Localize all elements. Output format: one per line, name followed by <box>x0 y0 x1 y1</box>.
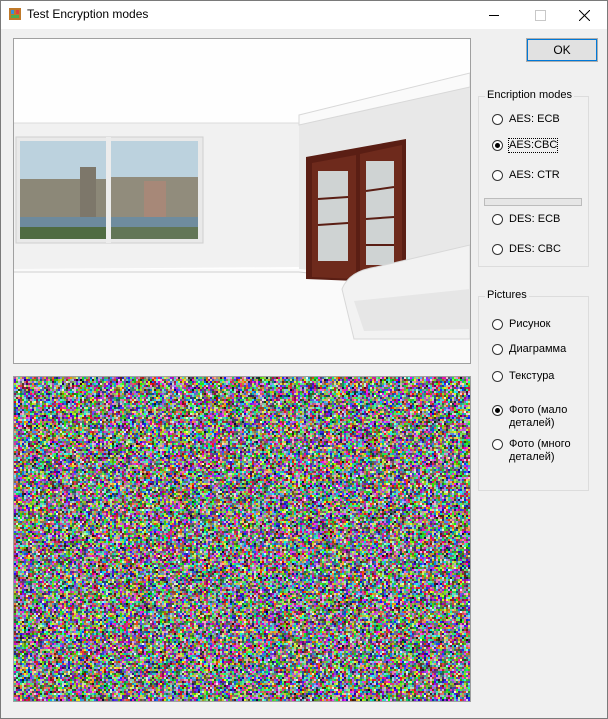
app-window: Test Encryption modes OK Encription mode… <box>0 0 608 719</box>
picture-label: Фото (мало деталей) <box>509 404 568 429</box>
radio-checked-icon[interactable] <box>492 405 503 416</box>
mode-label: DES: CBC <box>509 243 561 255</box>
mode-aes-cbc[interactable]: AES:CBC <box>492 138 559 153</box>
mode-aes-ctr[interactable]: AES: CTR <box>492 169 560 182</box>
picture-label: Рисунок <box>509 318 551 330</box>
radio-checked-icon[interactable] <box>492 140 503 151</box>
encryption-modes-legend: Encription modes <box>485 89 574 101</box>
radio-icon[interactable] <box>492 344 503 355</box>
progress-bar <box>484 198 582 206</box>
mode-aes-ecb[interactable]: AES: ECB <box>492 113 560 126</box>
radio-icon[interactable] <box>492 114 503 125</box>
radio-icon[interactable] <box>492 371 503 382</box>
picture-photo-low-detail[interactable]: Фото (мало деталей) <box>492 404 573 430</box>
picture-drawing[interactable]: Рисунок <box>492 318 551 331</box>
minimize-icon <box>489 14 499 16</box>
picture-label: Фото (много деталей) <box>509 438 571 463</box>
picture-texture[interactable]: Текстура <box>492 370 554 383</box>
picture-label: Диаграмма <box>509 343 567 355</box>
encrypted-noise-image <box>14 377 470 701</box>
room-photo <box>14 39 470 363</box>
window-title: Test Encryption modes <box>27 7 149 21</box>
title-bar[interactable]: Test Encryption modes <box>1 1 607 29</box>
radio-icon[interactable] <box>492 439 503 450</box>
mode-des-cbc[interactable]: DES: CBC <box>492 243 561 256</box>
pictures-legend: Pictures <box>485 289 529 301</box>
encryption-modes-group: Encription modes AES: ECB AES:CBC AES: C… <box>478 89 589 267</box>
radio-icon[interactable] <box>492 170 503 181</box>
picture-photo-high-detail[interactable]: Фото (много деталей) <box>492 438 573 464</box>
close-button[interactable] <box>561 1 607 29</box>
minimize-button[interactable] <box>471 1 517 29</box>
mode-label: AES: ECB <box>509 113 560 125</box>
radio-icon[interactable] <box>492 244 503 255</box>
pictures-group: Pictures Рисунок Диаграмма Текстура Фото… <box>478 289 589 491</box>
close-icon <box>578 9 590 21</box>
encrypted-image-panel <box>13 376 471 702</box>
radio-icon[interactable] <box>492 319 503 330</box>
app-icon <box>9 8 21 20</box>
radio-icon[interactable] <box>492 214 503 225</box>
mode-label: DES: ECB <box>509 213 561 225</box>
original-image-panel <box>13 38 471 364</box>
mode-label: AES: CTR <box>509 169 560 181</box>
picture-label: Текстура <box>509 370 555 382</box>
picture-diagram[interactable]: Диаграмма <box>492 343 566 356</box>
ok-button[interactable]: OK <box>526 38 598 62</box>
mode-des-ecb[interactable]: DES: ECB <box>492 213 560 226</box>
maximize-icon <box>534 9 546 21</box>
maximize-button[interactable] <box>517 1 563 29</box>
mode-label: AES:CBC <box>507 138 559 153</box>
